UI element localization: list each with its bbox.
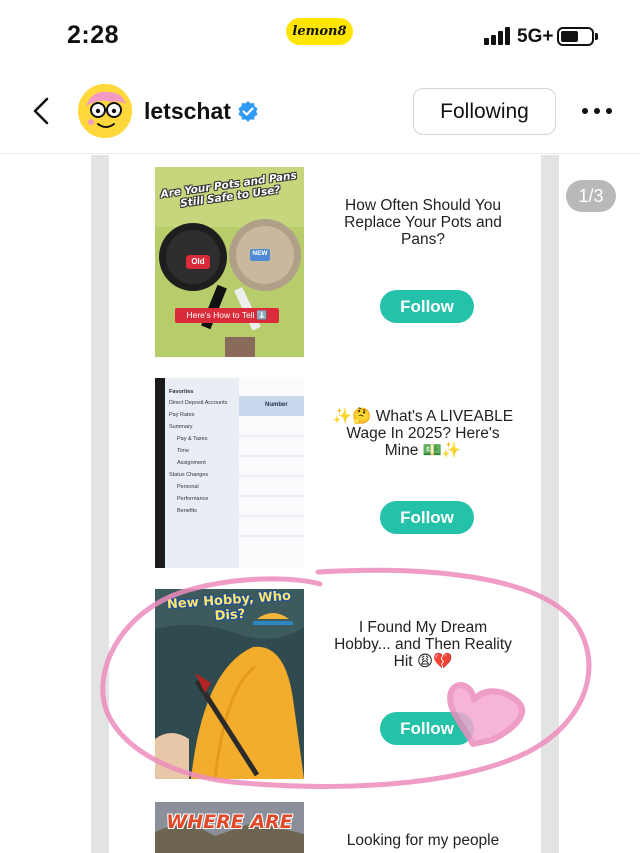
status-time: 2:28 [67, 21, 120, 49]
list-item: Are Your Pots and Pans Still Safe to Use… [109, 167, 541, 367]
post-thumbnail[interactable]: Favorites Direct Deposit Accounts Pay Ra… [155, 378, 304, 568]
follow-button[interactable]: Follow [380, 712, 474, 745]
more-options-icon[interactable] [582, 108, 612, 116]
post-carousel[interactable]: 1/3 Are Your Pots and Pans Still Safe to… [0, 155, 640, 853]
verified-badge-icon [236, 100, 260, 124]
page-gutter-right [541, 155, 559, 853]
network-type: 5G+ [517, 26, 554, 47]
post-caption[interactable]: ✨🤔 What's A LIVEABLE Wage In 2025? Here'… [331, 408, 515, 459]
thumbnail-title: WHERE ARE [166, 811, 293, 833]
list-item: New Hobby, Who Dis? I Found My Dream Hob… [109, 589, 541, 789]
thumbnail-cta: Here's How to Tell ⬇️ [175, 308, 279, 323]
list-item: WHERE ARE Looking for my people [109, 802, 541, 853]
status-bar: 2:28 lemon8 5G+ [0, 0, 640, 72]
thumbnail-label-new: NEW [252, 250, 268, 257]
battery-icon [557, 27, 598, 46]
follow-button[interactable]: Follow [380, 290, 474, 323]
thumbnail-table-header: Number [265, 402, 288, 408]
post-thumbnail[interactable]: Are Your Pots and Pans Still Safe to Use… [155, 167, 304, 357]
thumbnail-menu: Favorites Direct Deposit Accounts Pay Ra… [169, 389, 228, 514]
app-brand-badge: lemon8 [286, 18, 353, 45]
follow-button[interactable]: Follow [380, 501, 474, 534]
post-thumbnail[interactable]: New Hobby, Who Dis? [155, 589, 304, 779]
profile-header: letschat Following [0, 72, 640, 154]
back-arrow-icon[interactable] [26, 94, 60, 128]
post-caption[interactable]: How Often Should You Replace Your Pots a… [331, 197, 515, 248]
profile-username[interactable]: letschat [144, 98, 231, 125]
signal-icon [484, 27, 514, 45]
post-caption[interactable]: Looking for my people [331, 832, 515, 849]
thumbnail-label-old: Old [191, 257, 205, 266]
post-thumbnail[interactable]: WHERE ARE [155, 802, 304, 853]
avatar[interactable] [78, 84, 132, 138]
page-counter: 1/3 [566, 180, 616, 212]
post-caption[interactable]: I Found My Dream Hobby... and Then Reali… [331, 619, 515, 670]
following-button[interactable]: Following [413, 88, 556, 135]
list-item: Favorites Direct Deposit Accounts Pay Ra… [109, 378, 541, 578]
page-gutter-left [91, 155, 109, 853]
